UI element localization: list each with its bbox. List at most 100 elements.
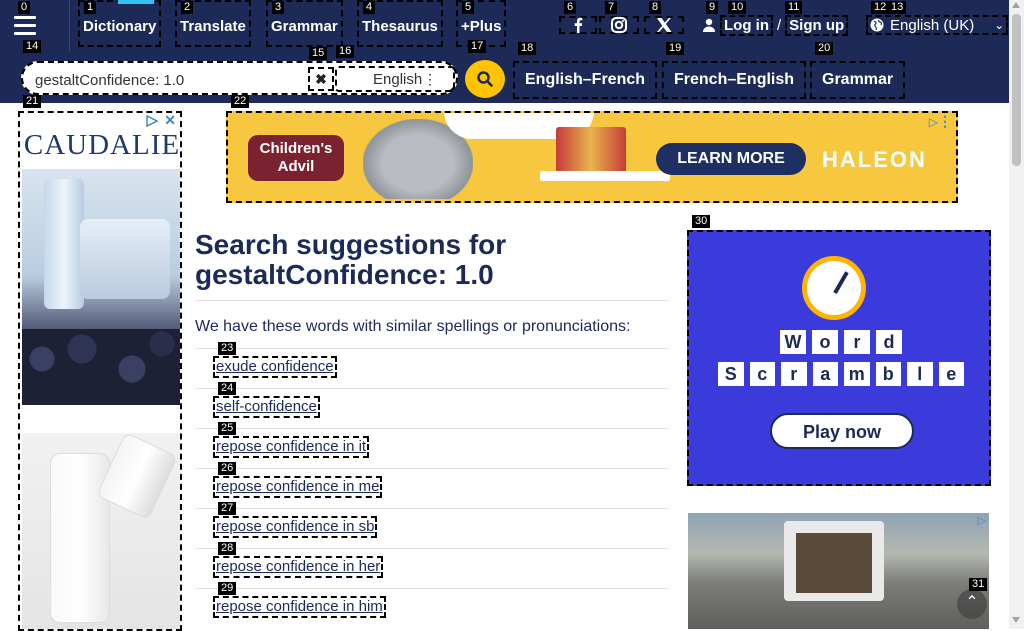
letter-tile: c [749,362,775,386]
top-navigation-bar: Dictionary Translate Grammar Thesaurus +… [0,0,1009,52]
search-button[interactable] [465,60,505,98]
language-selector[interactable]: English (UK) ⌄ [866,15,1009,35]
suggestion-link[interactable]: repose confidence in him [213,596,386,618]
clear-search-button[interactable]: ✖ [308,67,334,91]
element-badge: 11 [785,1,803,14]
element-badge: 13 [888,1,907,14]
suggestion-link[interactable]: repose confidence in it [213,436,370,458]
element-badge: 3 [272,1,285,14]
element-badge: 31 [969,578,988,591]
subnav-grammar[interactable]: Grammar [810,61,906,99]
ad-info-icon[interactable] [146,115,158,127]
suggestion-link[interactable]: repose confidence in me [213,476,383,498]
scroll-to-top-button[interactable]: ⌃ [957,589,987,619]
letter-tile: o [812,330,838,354]
element-badge: 7 [605,1,618,14]
element-badge: 22 [231,95,250,108]
search-box: ✖ English ⋮ [21,61,458,95]
advertisement-right[interactable]: W o r d S c r a m b l e Play now [687,230,991,486]
chevron-down-icon: ⌄ [994,18,1005,32]
suggestions-intro: We have these words with similar spellin… [195,318,631,335]
letter-tile: d [876,330,902,354]
divider [195,300,669,301]
account-separator: / [777,16,782,34]
chevron-up-icon: ⌃ [965,594,979,611]
suggestion-link[interactable]: repose confidence in sb [213,516,378,538]
dictionary-select[interactable]: English ⋮ [335,66,455,92]
element-badge: 25 [218,422,237,435]
suggestion-link[interactable]: repose confidence in her [213,556,384,578]
suggestion-list: exude confidence self-confidence repose … [195,348,669,628]
ad-bottle-shape [44,179,84,309]
subnav-english-french[interactable]: English–French [513,61,658,99]
more-vertical-icon: ⋮ [423,71,437,87]
element-badge: 1 [84,1,97,14]
ad-sponsor-logo: HALEON [822,147,927,172]
x-icon[interactable] [644,16,684,34]
element-badge: 15 [309,47,328,60]
login-link[interactable]: Log in [720,14,773,36]
suggestion-link[interactable]: exude confidence [213,356,337,378]
list-item: repose confidence in me [195,468,669,508]
element-badge: 30 [692,215,711,228]
list-item: repose confidence in sb [195,508,669,548]
instagram-icon[interactable] [599,16,639,34]
ad-word-scramble-title: W o r d S c r a m b l e [718,330,964,394]
ad-info-icon[interactable]: ▷ [978,514,986,527]
page-scrollbar[interactable] [1009,0,1024,629]
divider [69,0,70,52]
list-item: exude confidence [195,348,669,388]
letter-tile: r [781,362,807,386]
ad-product-image [22,169,180,405]
ad-close-icon[interactable]: ✕ [164,113,176,129]
tile-row: W o r d [718,330,964,354]
element-badge: 4 [363,1,376,14]
element-badge: 28 [218,542,237,555]
subnav-french-english[interactable]: French–English [662,61,807,99]
language-label: English (UK) [890,16,975,34]
facebook-icon[interactable] [559,16,597,34]
element-badge: 0 [18,1,31,14]
advertisement-banner[interactable]: Children's Advil LEARN MORE HALEON ▷ ⋮ [226,111,958,203]
advertisement-left[interactable]: ✕ CAUDALIE [18,111,182,631]
signup-link[interactable]: Sign up [785,14,849,36]
element-badge: 20 [815,42,834,55]
element-badge: 26 [218,462,237,475]
ad-foam-bottle-shape [50,453,110,623]
search-bar: ✖ English ⋮ English–French French–Englis… [0,52,1009,103]
element-badge: 5 [462,1,475,14]
element-badge: 24 [218,382,237,395]
ad-jar-shape [80,219,170,299]
scroll-down-arrow-icon[interactable] [1012,617,1020,623]
letter-tile: b [875,362,901,386]
letter-tile: W [780,330,806,354]
ad-menu-icon[interactable]: ⋮ [938,113,952,130]
letter-tile: l [907,362,933,386]
ad-info-icon[interactable]: ▷ [929,115,938,129]
search-input[interactable] [35,69,305,91]
element-badge: 29 [218,582,237,595]
scroll-up-arrow-icon[interactable] [1012,2,1020,8]
list-item: repose confidence in him [195,588,669,628]
scrollbar-thumb[interactable] [1012,14,1021,166]
ad-product-image-2 [22,432,180,629]
page-title-prefix: Search suggestions for [195,229,507,260]
element-badge: 21 [23,95,42,108]
suggestion-link[interactable]: self-confidence [213,396,320,418]
ad-learn-more-button[interactable]: LEARN MORE [656,143,806,175]
element-badge: 8 [649,1,662,14]
menu-icon[interactable] [8,10,42,40]
close-icon: ✖ [315,70,327,87]
search-icon [477,71,493,87]
list-item: repose confidence in it [195,428,669,468]
element-badge: 2 [181,1,194,14]
ad-play-now-button[interactable]: Play now [770,413,914,449]
page-title-term: gestaltConfidence: 1.0 [195,259,494,290]
main-content: Search suggestions for gestaltConfidence… [195,230,669,628]
advertisement-video[interactable]: ▷ [688,513,989,629]
letter-tile: S [718,362,744,386]
account-links: Log in / Sign up [702,14,849,36]
ad-product-boxes [556,127,626,173]
ad-shelf-shape [540,171,670,181]
ad-advil-logo: Children's Advil [248,135,344,181]
